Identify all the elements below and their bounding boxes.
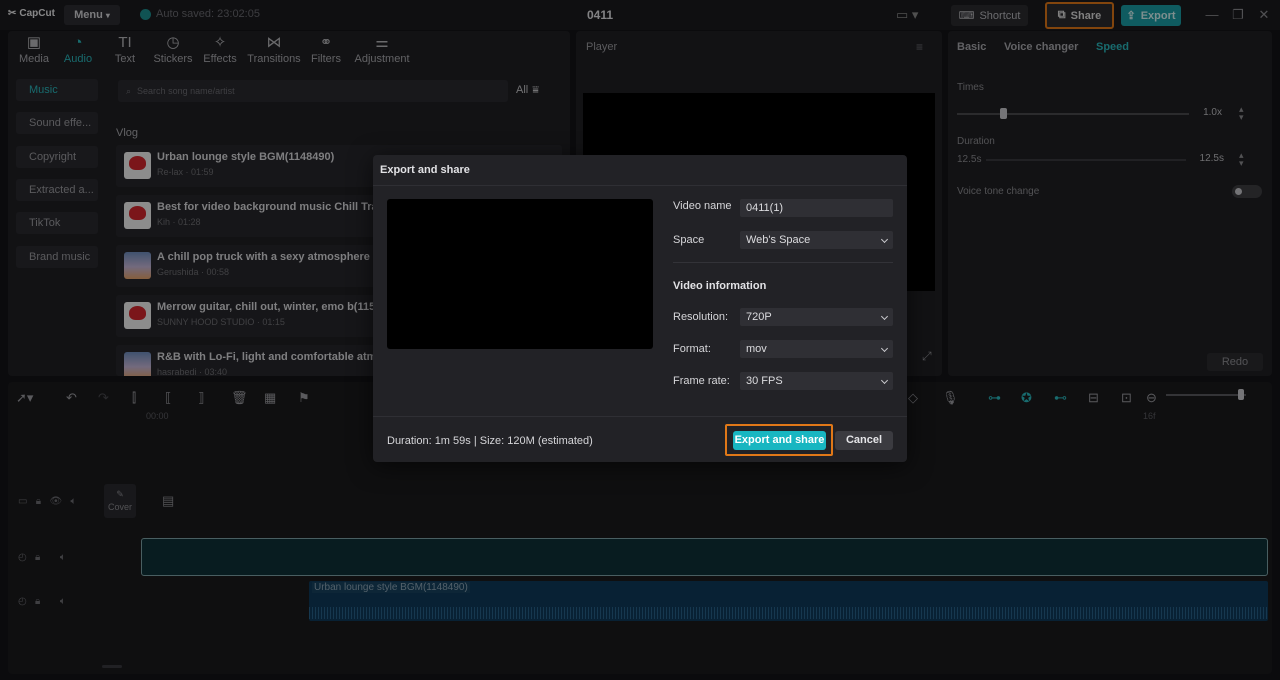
resolution-label: Resolution: bbox=[673, 311, 729, 323]
divider bbox=[673, 262, 893, 263]
dialog-title: Export and share bbox=[380, 164, 470, 176]
export-share-dialog: Export and share Video name 0411(1) Spac… bbox=[373, 155, 907, 462]
space-select[interactable]: Web's Space bbox=[740, 231, 893, 249]
format-select[interactable]: mov bbox=[740, 340, 893, 358]
cancel-button[interactable]: Cancel bbox=[835, 431, 893, 450]
video-information-title: Video information bbox=[673, 280, 767, 292]
duration-size-text: Duration: 1m 59s | Size: 120M (estimated… bbox=[387, 435, 593, 447]
frame-rate-select[interactable]: 30 FPS bbox=[740, 372, 893, 390]
export-and-share-button[interactable]: Export and share bbox=[733, 431, 826, 450]
space-label: Space bbox=[673, 234, 705, 246]
video-preview bbox=[387, 199, 653, 349]
resolution-select[interactable]: 720P bbox=[740, 308, 893, 326]
format-label: Format: bbox=[673, 343, 711, 355]
video-name-label: Video name bbox=[673, 200, 732, 212]
dialog-footer-divider bbox=[373, 416, 907, 417]
frame-rate-label: Frame rate: bbox=[673, 375, 730, 387]
video-name-field[interactable]: 0411(1) bbox=[740, 199, 893, 217]
